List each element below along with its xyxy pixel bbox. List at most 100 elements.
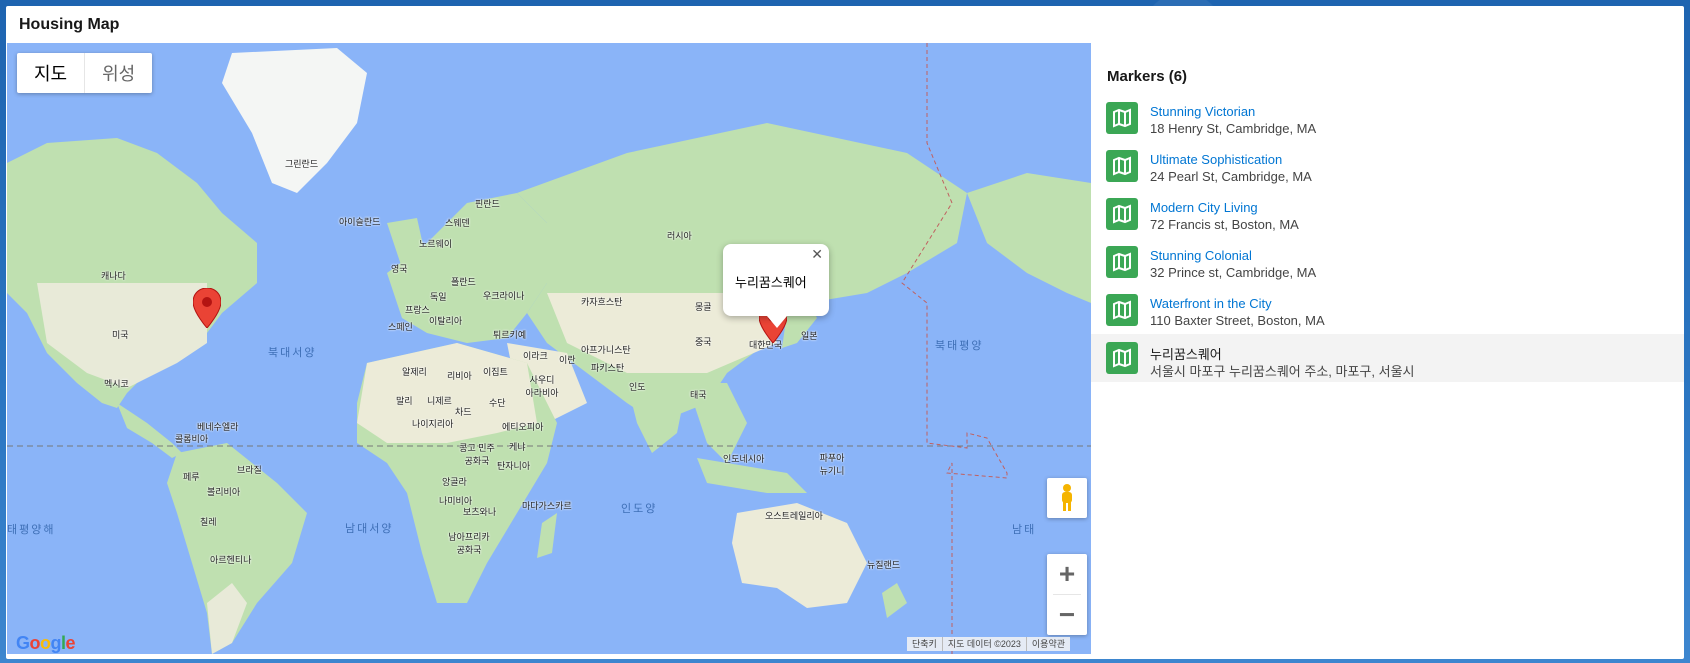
map-label-canada: 캐나다 xyxy=(101,271,126,281)
map-label-botswana: 보츠와나 xyxy=(463,507,497,517)
map-icon xyxy=(1106,246,1138,278)
marker-item[interactable]: Stunning Victorian 18 Henry St, Cambridg… xyxy=(1091,94,1684,142)
map-label-southafrica: 남아프리카 공화국 xyxy=(448,532,490,555)
map-icon xyxy=(1106,342,1138,374)
google-logo: Google xyxy=(16,633,76,653)
map-label-norway: 노르웨이 xyxy=(419,239,453,249)
map-label-egypt: 이집트 xyxy=(483,367,508,377)
map-label-chile: 칠레 xyxy=(200,517,217,527)
map-label-japan: 일본 xyxy=(801,331,818,341)
map-label-finland: 핀란드 xyxy=(475,199,500,209)
zoom-out-button[interactable]: − xyxy=(1047,595,1087,635)
map-label-iran: 이란 xyxy=(559,355,576,365)
map-label-nigeria: 나이지리아 xyxy=(412,419,454,429)
map-label-mongolia: 몽골 xyxy=(695,302,712,312)
info-window-close-icon[interactable]: ✕ xyxy=(811,246,823,263)
map-label-mexico: 멕시코 xyxy=(104,379,129,389)
marker-address: 32 Prince st, Cambridge, MA xyxy=(1150,265,1317,280)
map-label-angola: 앙골라 xyxy=(442,477,467,487)
street-view-pegman-icon[interactable] xyxy=(1047,478,1087,518)
map-data-attribution: 지도 데이터 ©2023 xyxy=(943,637,1027,651)
map-label-greenland: 그린란드 xyxy=(285,159,319,169)
map-label-bolivia: 볼리비아 xyxy=(207,487,241,497)
map-label-colombia: 콜롬비아 xyxy=(175,434,209,444)
marker-item[interactable]: Stunning Colonial 32 Prince st, Cambridg… xyxy=(1091,238,1684,286)
map-label-usa: 미국 xyxy=(112,330,129,340)
marker-name[interactable]: Waterfront in the City xyxy=(1150,296,1272,311)
map-label-libya: 리비아 xyxy=(447,371,472,381)
map-label-nz: 뉴질랜드 xyxy=(867,560,901,570)
ocean-south-atlantic: 남대서양 xyxy=(345,523,394,535)
marker-address: 110 Baxter Street, Boston, MA xyxy=(1150,313,1325,328)
info-window: ✕ 누리꿈스퀘어 xyxy=(723,244,829,328)
marker-name[interactable]: Stunning Victorian xyxy=(1150,104,1255,119)
map-icon xyxy=(1106,294,1138,326)
marker-item-selected[interactable]: 누리꿈스퀘어 서울시 마포구 누리꿈스퀘어 주소, 마포구, 서울시 xyxy=(1091,334,1684,382)
map-label-italy: 이탈리아 xyxy=(429,316,463,326)
map-label-sweden: 스웨덴 xyxy=(445,218,470,228)
marker-name[interactable]: Stunning Colonial xyxy=(1150,248,1252,263)
map-label-thailand: 태국 xyxy=(690,390,707,400)
marker-item[interactable]: Modern City Living 72 Francis st, Boston… xyxy=(1091,190,1684,238)
map-label-spain: 스페인 xyxy=(388,322,413,332)
map-label-iceland: 아이슬란드 xyxy=(339,217,381,227)
ocean-south-pacific-right: 남태 xyxy=(1012,524,1037,536)
map-label-peru: 페루 xyxy=(183,472,200,482)
marker-name[interactable]: Modern City Living xyxy=(1150,200,1258,215)
map-label-indonesia: 인도네시아 xyxy=(723,454,765,464)
map-icon xyxy=(1106,198,1138,230)
map-label-germany: 독일 xyxy=(430,292,447,302)
map-label-madagascar: 마다가스카르 xyxy=(522,501,572,511)
map-label-uk: 영국 xyxy=(391,264,408,274)
marker-name[interactable]: Ultimate Sophistication xyxy=(1150,152,1282,167)
map-label-ethiopia: 에티오피아 xyxy=(502,422,544,432)
map-label-france: 프랑스 xyxy=(405,305,430,315)
map-attribution: 단축키 지도 데이터 ©2023 이용약관 xyxy=(907,637,1071,651)
housing-map-card: Housing Map 그린란드 아이슬란드 핀란드 스웨덴 노르웨이 러시아 … xyxy=(6,6,1684,659)
map-type-control: 지도 위성 xyxy=(17,53,153,93)
markers-title: Markers (6) xyxy=(1107,68,1188,85)
map-pin-boston[interactable] xyxy=(193,288,221,328)
map-label-niger: 니제르 xyxy=(427,396,452,406)
map-label-kenya: 케냐 xyxy=(509,442,526,452)
map-label-russia: 러시아 xyxy=(667,231,692,241)
marker-item[interactable]: Ultimate Sophistication 24 Pearl St, Cam… xyxy=(1091,142,1684,190)
map-label-ukraine: 우크라이나 xyxy=(483,291,525,301)
map-label-kazakhstan: 카자흐스탄 xyxy=(581,297,623,307)
ocean-north-pacific: 북태평양 xyxy=(935,340,984,352)
map-label-iraq: 이라크 xyxy=(523,351,548,361)
map-label-poland: 폴란드 xyxy=(451,277,476,287)
terms-link[interactable]: 이용약관 xyxy=(1027,637,1070,651)
ocean-south-pacific-left: 태평양해 xyxy=(7,524,56,536)
card-title: Housing Map xyxy=(19,16,120,33)
map-label-australia: 오스트레일리아 xyxy=(765,511,823,521)
marker-item[interactable]: Waterfront in the City 110 Baxter Street… xyxy=(1091,286,1684,334)
map-label-afghanistan: 아프가니스탄 xyxy=(581,345,631,355)
map-label-turkey: 튀르키예 xyxy=(493,330,527,340)
map-label-china: 중국 xyxy=(695,337,712,347)
map-label-sudan: 수단 xyxy=(489,398,506,408)
map-canvas[interactable]: 그린란드 아이슬란드 핀란드 스웨덴 노르웨이 러시아 영국 독일 폴란드 우크… xyxy=(7,43,1091,654)
map-label-mali: 말리 xyxy=(396,396,413,406)
marker-address: 24 Pearl St, Cambridge, MA xyxy=(1150,169,1312,184)
map-label-india: 인도 xyxy=(629,382,646,392)
map-type-satellite[interactable]: 위성 xyxy=(85,53,152,93)
world-map xyxy=(7,43,1091,654)
map-label-drc: 콩고 민주 공화국 xyxy=(459,443,495,466)
marker-address: 72 Francis st, Boston, MA xyxy=(1150,217,1299,232)
map-label-tanzania: 탄자니아 xyxy=(497,461,531,471)
markers-panel: Markers (6) Stunning Victorian 18 Henry … xyxy=(1091,44,1684,659)
map-type-roadmap[interactable]: 지도 xyxy=(17,53,86,93)
map-label-saudi: 사우디 아라비아 xyxy=(525,375,559,398)
ocean-north-atlantic: 북대서양 xyxy=(268,347,317,359)
marker-address: 서울시 마포구 누리꿈스퀘어 주소, 마포구, 서울시 xyxy=(1150,364,1415,379)
keyboard-shortcuts-link[interactable]: 단축키 xyxy=(907,637,943,651)
map-label-algeria: 알제리 xyxy=(402,367,427,377)
zoom-in-button[interactable]: + xyxy=(1047,554,1087,594)
map-label-png: 파푸아 뉴기니 xyxy=(819,453,845,476)
map-label-argentina: 아르헨티나 xyxy=(210,555,252,565)
map-icon xyxy=(1106,102,1138,134)
marker-address: 18 Henry St, Cambridge, MA xyxy=(1150,121,1317,136)
map-label-chad: 차드 xyxy=(455,407,472,417)
map-icon xyxy=(1106,150,1138,182)
